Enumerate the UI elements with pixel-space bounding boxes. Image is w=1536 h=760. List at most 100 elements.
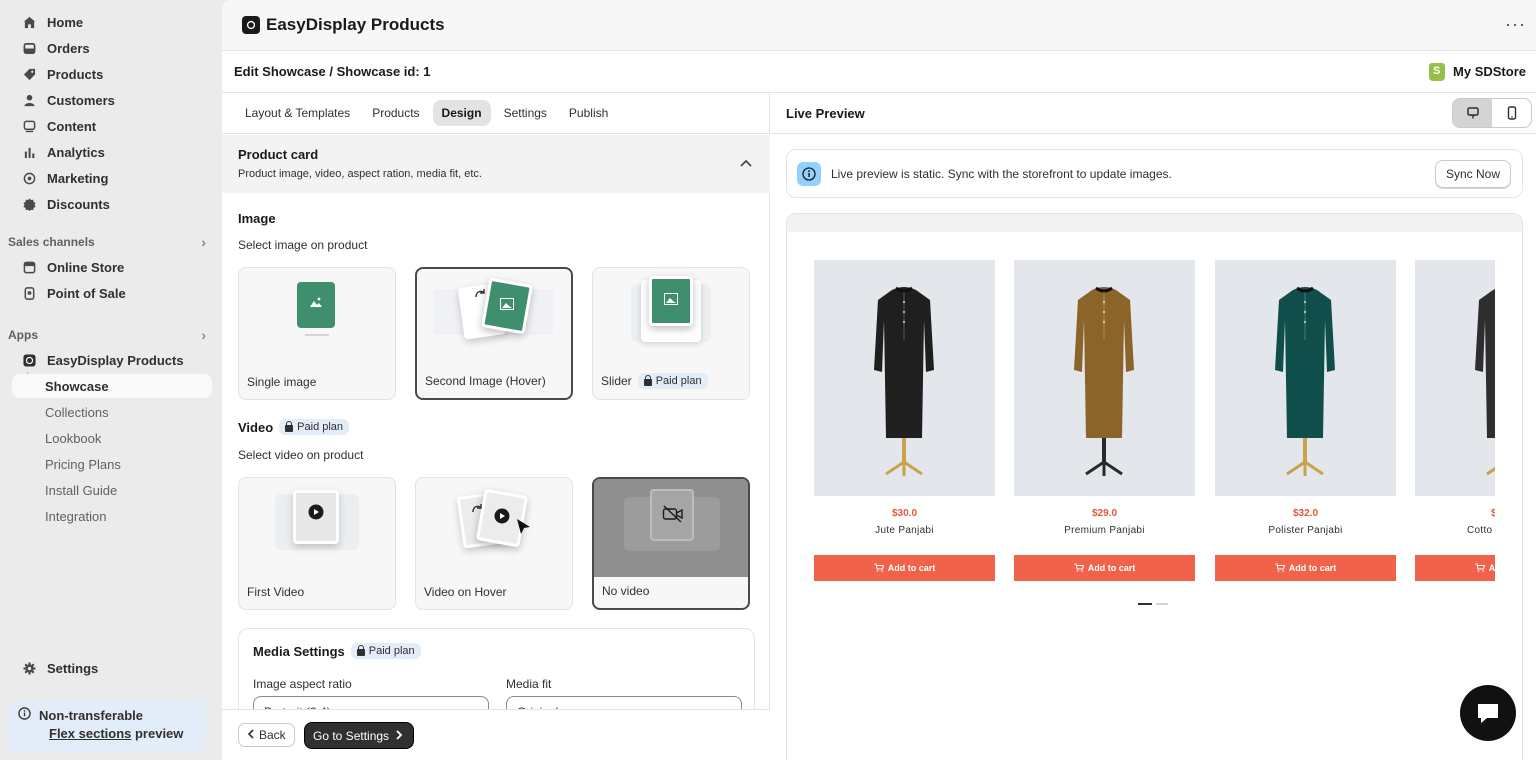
nav-content[interactable]: Content <box>12 114 212 138</box>
easydisplay-logo-icon <box>242 16 260 34</box>
paid-plan-text: Paid plan <box>368 645 415 657</box>
desktop-icon <box>1466 107 1479 119</box>
video-off-icon <box>662 505 683 523</box>
nav-settings[interactable]: Settings <box>12 656 212 680</box>
store-switcher[interactable]: My SDStore <box>1429 62 1526 81</box>
static-preview-banner: Live preview is static. Sync with the st… <box>786 149 1523 198</box>
add-to-cart-button[interactable]: Add to cart <box>1215 555 1396 581</box>
section-title: Product card <box>238 147 319 162</box>
nav-online-store[interactable]: Online Store <box>12 255 212 279</box>
option-second-image-hover[interactable]: Second Image (Hover) <box>415 267 573 400</box>
app-header: EasyDisplay Products ··· <box>222 0 1536 51</box>
product-name: Premium Panjabi <box>1064 525 1145 536</box>
tag-icon <box>21 66 37 82</box>
product-price: $32.0 <box>1292 508 1319 519</box>
lock-icon <box>643 374 652 386</box>
tab-design[interactable]: Design <box>432 100 491 126</box>
chat-button[interactable] <box>1460 685 1516 741</box>
product-card[interactable]: $29.0 Premium Panjabi Add to cart <box>1014 260 1195 581</box>
chat-icon <box>1478 704 1498 723</box>
paid-plan-badge: Paid plan <box>637 373 708 389</box>
option-label: Slider <box>601 374 632 388</box>
nav-collections[interactable]: Collections <box>12 400 212 424</box>
option-slider[interactable]: Slider Paid plan <box>592 267 750 400</box>
chevron-right-icon: › <box>201 234 206 250</box>
option-single-image[interactable]: Single image <box>238 267 396 400</box>
option-video-on-hover[interactable]: Video on Hover <box>415 477 573 610</box>
more-options-icon[interactable]: ··· <box>1505 14 1526 35</box>
garment-illustration <box>1275 286 1335 476</box>
sales-channels-header[interactable]: Sales channels › <box>8 234 212 250</box>
flex-sections-link[interactable]: Flex sections <box>49 726 131 741</box>
nav-showcase[interactable]: Showcase <box>12 374 212 398</box>
caption-lines <box>305 334 329 336</box>
video-label: Video <box>238 419 274 435</box>
go-to-settings-button[interactable]: Go to Settings <box>305 723 414 748</box>
nav-customers[interactable]: Customers <box>12 88 212 112</box>
editor-tabs: Layout & Templates Products Design Setti… <box>222 93 769 134</box>
nav-products[interactable]: Products <box>12 62 212 86</box>
notice-title: Non-transferable <box>39 707 144 723</box>
lock-icon <box>285 420 294 432</box>
editor-panel: Layout & Templates Products Design Setti… <box>222 93 770 760</box>
notice-rest: preview <box>131 726 184 741</box>
tab-publish[interactable]: Publish <box>560 100 617 126</box>
chevron-left-icon <box>247 728 255 742</box>
add-to-cart-button[interactable]: Add to cart <box>814 555 995 581</box>
add-to-cart-button[interactable]: Add to cart <box>1415 555 1495 581</box>
nav-install-guide[interactable]: Install Guide <box>12 478 212 502</box>
person-icon <box>21 92 37 108</box>
option-label: Single image <box>247 375 317 389</box>
option-first-video[interactable]: First Video <box>238 477 396 610</box>
nav-content-label: Content <box>47 118 97 134</box>
nav-lookbook-label: Lookbook <box>45 430 102 446</box>
product-card[interactable]: $30.0 Jute Panjabi Add to cart <box>814 260 995 581</box>
option-no-video[interactable]: No video <box>592 477 750 610</box>
back-button[interactable]: Back <box>238 723 295 747</box>
garment-illustration <box>1475 289 1495 476</box>
tab-settings[interactable]: Settings <box>495 100 556 126</box>
add-to-cart-button[interactable]: Add to cart <box>1014 555 1195 581</box>
nav-point-of-sale[interactable]: Point of Sale <box>12 281 212 305</box>
nav-marketing[interactable]: Marketing <box>12 166 212 190</box>
pagination-dot-active[interactable] <box>1138 603 1152 605</box>
product-card-section-header[interactable]: Product card Product image, video, aspec… <box>222 135 770 193</box>
cart-icon <box>874 563 884 574</box>
nav-discounts[interactable]: Discounts <box>12 192 212 216</box>
product-price: $30.0 <box>891 508 918 519</box>
apps-header[interactable]: Apps › <box>8 327 212 343</box>
product-card[interactable]: $ Cotto Add to cart <box>1415 260 1495 581</box>
nav-home[interactable]: Home <box>12 10 212 34</box>
store-name: My SDStore <box>1453 64 1526 79</box>
tab-products[interactable]: Products <box>363 100 428 126</box>
nav-point-of-sale-label: Point of Sale <box>47 285 126 301</box>
nav-collections-label: Collections <box>45 404 109 420</box>
nav-easydisplay[interactable]: EasyDisplay Products <box>12 348 212 372</box>
nav-products-label: Products <box>47 66 104 82</box>
apps-title: Apps <box>8 328 38 342</box>
garment-illustration <box>1074 286 1134 476</box>
desktop-view-button[interactable] <box>1453 99 1492 127</box>
nav-discounts-label: Discounts <box>47 196 110 212</box>
nav-pricing-plans[interactable]: Pricing Plans <box>12 452 212 476</box>
pagination-dot[interactable] <box>1156 603 1168 605</box>
add-to-cart-label: Add to cart <box>1288 563 1337 573</box>
option-label: No video <box>602 584 650 598</box>
nav-integration[interactable]: Integration <box>12 504 212 528</box>
easydisplay-logo-icon <box>21 352 37 368</box>
video-label-row: Video Paid plan <box>238 419 350 435</box>
nav-analytics[interactable]: Analytics <box>12 140 212 164</box>
nav-lookbook[interactable]: Lookbook <box>12 426 212 450</box>
tab-layout-templates[interactable]: Layout & Templates <box>236 100 359 126</box>
sync-now-button[interactable]: Sync Now <box>1434 160 1511 188</box>
product-card[interactable]: $32.0 Polister Panjabi Add to cart <box>1215 260 1396 581</box>
non-transferable-notice: Non-transferable Flex sections preview <box>8 699 206 752</box>
cursor-icon <box>517 519 530 534</box>
gear-icon <box>21 660 37 676</box>
mobile-view-button[interactable] <box>1492 99 1531 127</box>
device-switcher <box>1452 98 1532 128</box>
nav-orders[interactable]: Orders <box>12 36 212 60</box>
cart-icon <box>1074 563 1084 574</box>
chevron-up-icon[interactable] <box>740 155 752 170</box>
media-settings-title: Media Settings <box>253 643 345 659</box>
